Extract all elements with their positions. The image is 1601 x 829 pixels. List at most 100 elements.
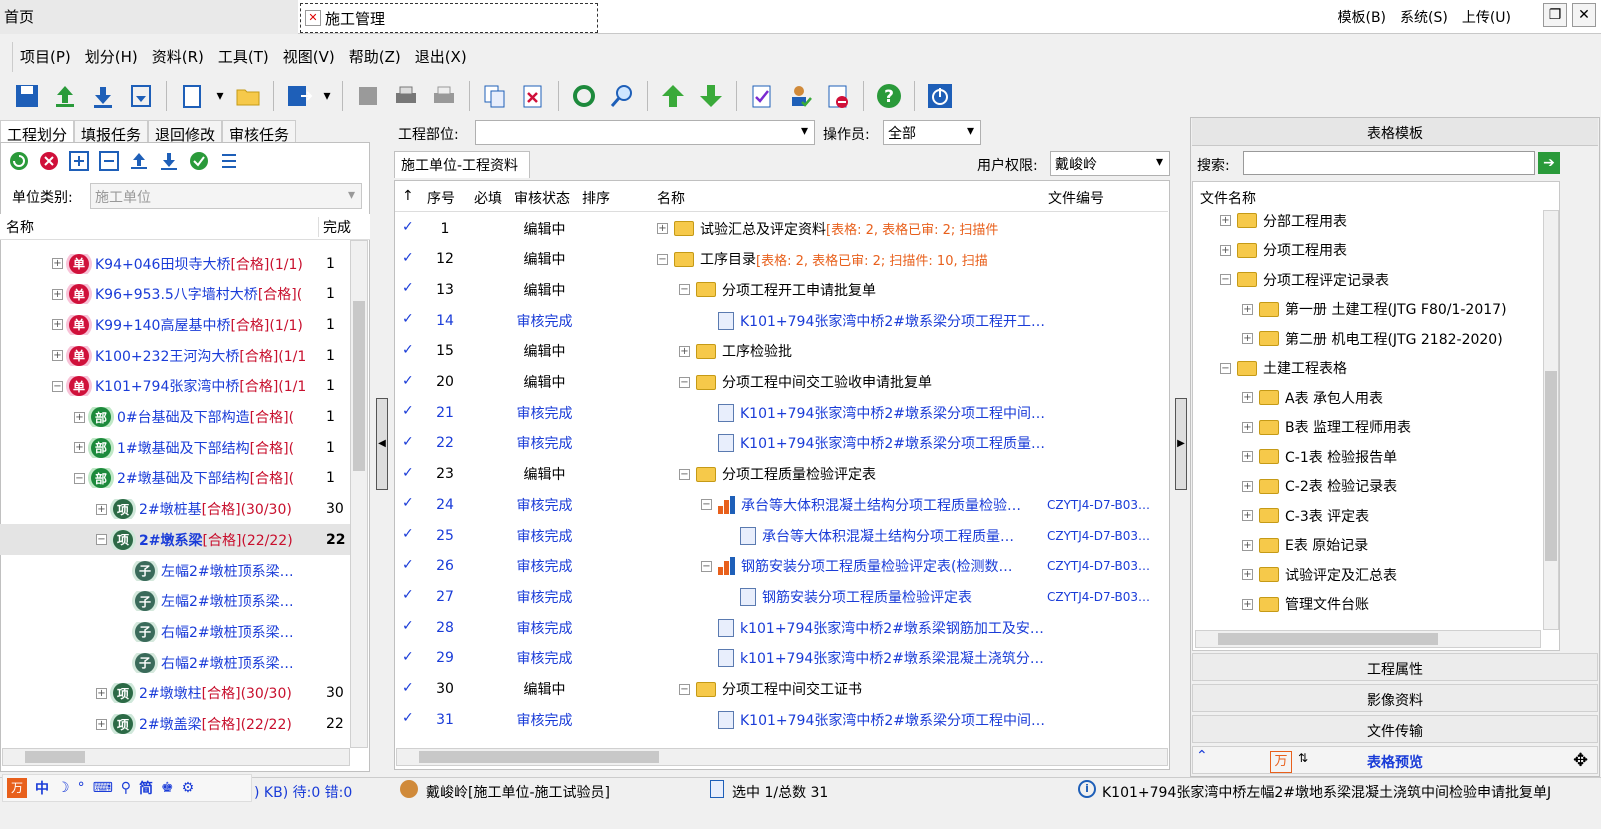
checked-icon[interactable]: ✓ (402, 250, 414, 266)
keyboard-icon[interactable]: ⌨ (93, 780, 113, 796)
expand-icon[interactable]: + (96, 718, 107, 730)
refresh-icon[interactable] (8, 150, 30, 176)
expand-icon[interactable]: + (1242, 539, 1253, 551)
menu-upload[interactable]: 上传(U) (1462, 7, 1511, 27)
expand-icon[interactable]: + (74, 442, 85, 454)
tree-node[interactable]: + 项 2#墩盖梁 [合格](22/22) 22 (0, 709, 350, 740)
table-row[interactable]: ✓ 25 审核完成 承台等大体积混凝土结构分项工程质量… CZYTJ4-D7-B03… (395, 520, 1168, 551)
tree-node[interactable]: 子左幅2#墩桩顶系梁… (0, 555, 350, 586)
template-node[interactable]: + A表 承包人用表 (1200, 382, 1540, 413)
save-icon[interactable] (10, 79, 44, 113)
checked-icon[interactable]: ✓ (402, 311, 414, 327)
table-row[interactable]: ✓ 26 审核完成 − 钢筋安装分项工程质量检验评定表(检测数… CZYTJ4-D7-B0… (395, 551, 1168, 582)
expand-icon[interactable]: + (1220, 244, 1231, 256)
search-icon[interactable] (605, 79, 639, 113)
moon-icon[interactable]: ☽ (57, 780, 70, 796)
col-review-status[interactable]: 审核状态 (514, 188, 570, 208)
remove-document-icon[interactable] (821, 79, 855, 113)
template-node[interactable]: + E表 原始记录 (1200, 530, 1540, 561)
template-node[interactable]: + 第一册 土建工程(JTG F80/1-2017) (1200, 294, 1540, 325)
section-preview[interactable]: 表格预览 (1192, 746, 1598, 774)
print-preview-icon[interactable] (427, 79, 461, 113)
section-transfer[interactable]: 文件传输 (1192, 715, 1598, 743)
collapse-icon[interactable]: − (657, 253, 668, 265)
expand-icon[interactable]: + (52, 288, 63, 300)
tree-node[interactable]: − 项 2#墩系梁 [合格](22/22) 22 (0, 524, 350, 556)
expand-icon[interactable]: + (1242, 569, 1253, 580)
menu-help[interactable]: 帮助(Z) (342, 42, 408, 72)
checked-icon[interactable]: ✓ (402, 373, 414, 389)
ime-brand-icon[interactable]: 万 (7, 778, 27, 798)
menu-resource[interactable]: 资料(R) (145, 42, 211, 72)
template-node[interactable]: + C-1表 检验报告单 (1200, 441, 1540, 472)
menu-tools[interactable]: 工具(T) (211, 42, 276, 72)
download-icon[interactable] (158, 150, 180, 176)
copy-icon[interactable] (478, 79, 512, 113)
collapse-icon[interactable]: − (1220, 362, 1231, 374)
collapse-icon[interactable]: − (679, 284, 690, 296)
ime-toggle-icon[interactable]: ⇅ (1298, 751, 1308, 765)
table-row[interactable]: ✓ 30 编辑中 − 分项工程中间交工证书 (395, 674, 1168, 705)
collapse-icon[interactable]: − (679, 683, 690, 695)
table-row[interactable]: ✓ 31 审核完成 K101+794张家湾中桥2#墩系梁分项工程中间… (395, 704, 1168, 735)
refresh-icon[interactable] (567, 79, 601, 113)
template-node[interactable]: − 分项工程评定记录表 (1200, 264, 1540, 295)
tab-home[interactable]: 首页 (0, 0, 298, 34)
approve-icon[interactable] (188, 150, 210, 176)
right-vscroll[interactable] (1543, 210, 1559, 630)
table-row[interactable]: ✓ 21 审核完成 K101+794张家湾中桥2#墩系梁分项工程中间… (395, 397, 1168, 428)
open-folder-icon[interactable] (231, 79, 265, 113)
template-node[interactable]: − 土建工程表格 (1200, 353, 1540, 384)
checked-icon[interactable]: ✓ (402, 587, 414, 603)
expand-icon[interactable]: + (52, 319, 63, 331)
checked-icon[interactable]: ✓ (402, 465, 414, 481)
checked-icon[interactable]: ✓ (402, 557, 414, 573)
col-name[interactable]: 名称 (6, 217, 34, 237)
template-node[interactable]: + B表 监理工程师用表 (1200, 412, 1540, 443)
template-node[interactable]: + 管理文件台账 (1200, 589, 1540, 620)
skin-icon[interactable]: ♚ (161, 780, 174, 796)
col-order[interactable]: 排序 (582, 188, 610, 208)
user-approve-icon[interactable] (783, 79, 817, 113)
expand-icon[interactable]: + (657, 223, 668, 234)
expand-icon[interactable]: + (52, 350, 63, 362)
col-number[interactable]: 序号 (427, 188, 455, 208)
tree-node[interactable]: − 部 2#墩基础及下部结构 [合格](1 (0, 463, 350, 494)
table-row[interactable]: ✓ 15 编辑中 + 工序检验批 (395, 336, 1168, 367)
table-row[interactable]: ✓ 28 审核完成 k101+794张家湾中桥2#墩系梁钢筋加工及安… (395, 612, 1168, 643)
checked-icon[interactable]: ✓ (402, 403, 414, 419)
table-row[interactable]: ✓ 20 编辑中 − 分项工程中间交工验收申请批复单 (395, 367, 1168, 398)
table-row[interactable]: ✓ 14 审核完成 K101+794张家湾中桥2#墩系梁分项工程开工… (395, 305, 1168, 336)
collapse-icon[interactable]: − (701, 499, 712, 511)
collapse-icon[interactable]: − (679, 468, 690, 480)
tree-node[interactable]: + 单 K96+953.5八字墙村大桥 [合格](1 (0, 279, 350, 310)
col-file-code[interactable]: 文件编号 (1048, 188, 1104, 208)
template-panel-header[interactable]: 表格模板 (1192, 118, 1598, 146)
tree-node[interactable]: + 项 2#墩桩基 [合格](30/30) 30 (0, 494, 350, 525)
tree-node[interactable]: + 单 K94+046田坝寺大桥 [合格](1/1) 1 (0, 248, 350, 279)
expand-icon[interactable]: + (1242, 333, 1253, 344)
collapse-right-handle[interactable]: ▶ (1175, 398, 1187, 490)
ime-chinese-mode[interactable]: 中 (35, 778, 49, 798)
col-required[interactable]: 必填 (474, 188, 502, 208)
col-done[interactable]: 完成 (318, 217, 351, 237)
table-row[interactable]: ✓ 1 编辑中 + 试验汇总及评定资料 [表格: 2, 表格已审: 2; 扫描件 (395, 213, 1168, 244)
search-go-icon[interactable]: ➔ (1538, 152, 1560, 174)
menu-project[interactable]: 项目(P) (13, 42, 78, 72)
template-node[interactable]: + 分部工程用表 (1200, 205, 1540, 236)
upload-icon[interactable] (128, 150, 150, 176)
check-document-icon[interactable] (745, 79, 779, 113)
expand-icon[interactable]: + (52, 258, 63, 269)
tree-node[interactable]: + 单 K99+140高屋基中桥 [合格](1/1) 1 (0, 309, 350, 340)
permission-select[interactable]: 戴峻岭 ▾ (1050, 151, 1170, 176)
checked-icon[interactable]: ✓ (402, 526, 414, 542)
col-doc-name[interactable]: 名称 (657, 188, 685, 208)
template-node[interactable]: + C-2表 检验记录表 (1200, 471, 1540, 502)
section-properties[interactable]: 工程属性 (1192, 653, 1598, 681)
print-icon[interactable] (389, 79, 423, 113)
template-node[interactable]: + C-3表 评定表 (1200, 500, 1540, 531)
upload-icon[interactable] (48, 79, 82, 113)
user-icon[interactable]: ⚲ (121, 780, 131, 796)
expand-icon[interactable]: + (1242, 598, 1253, 610)
collapse-left-handle[interactable]: ◀ (376, 398, 388, 490)
